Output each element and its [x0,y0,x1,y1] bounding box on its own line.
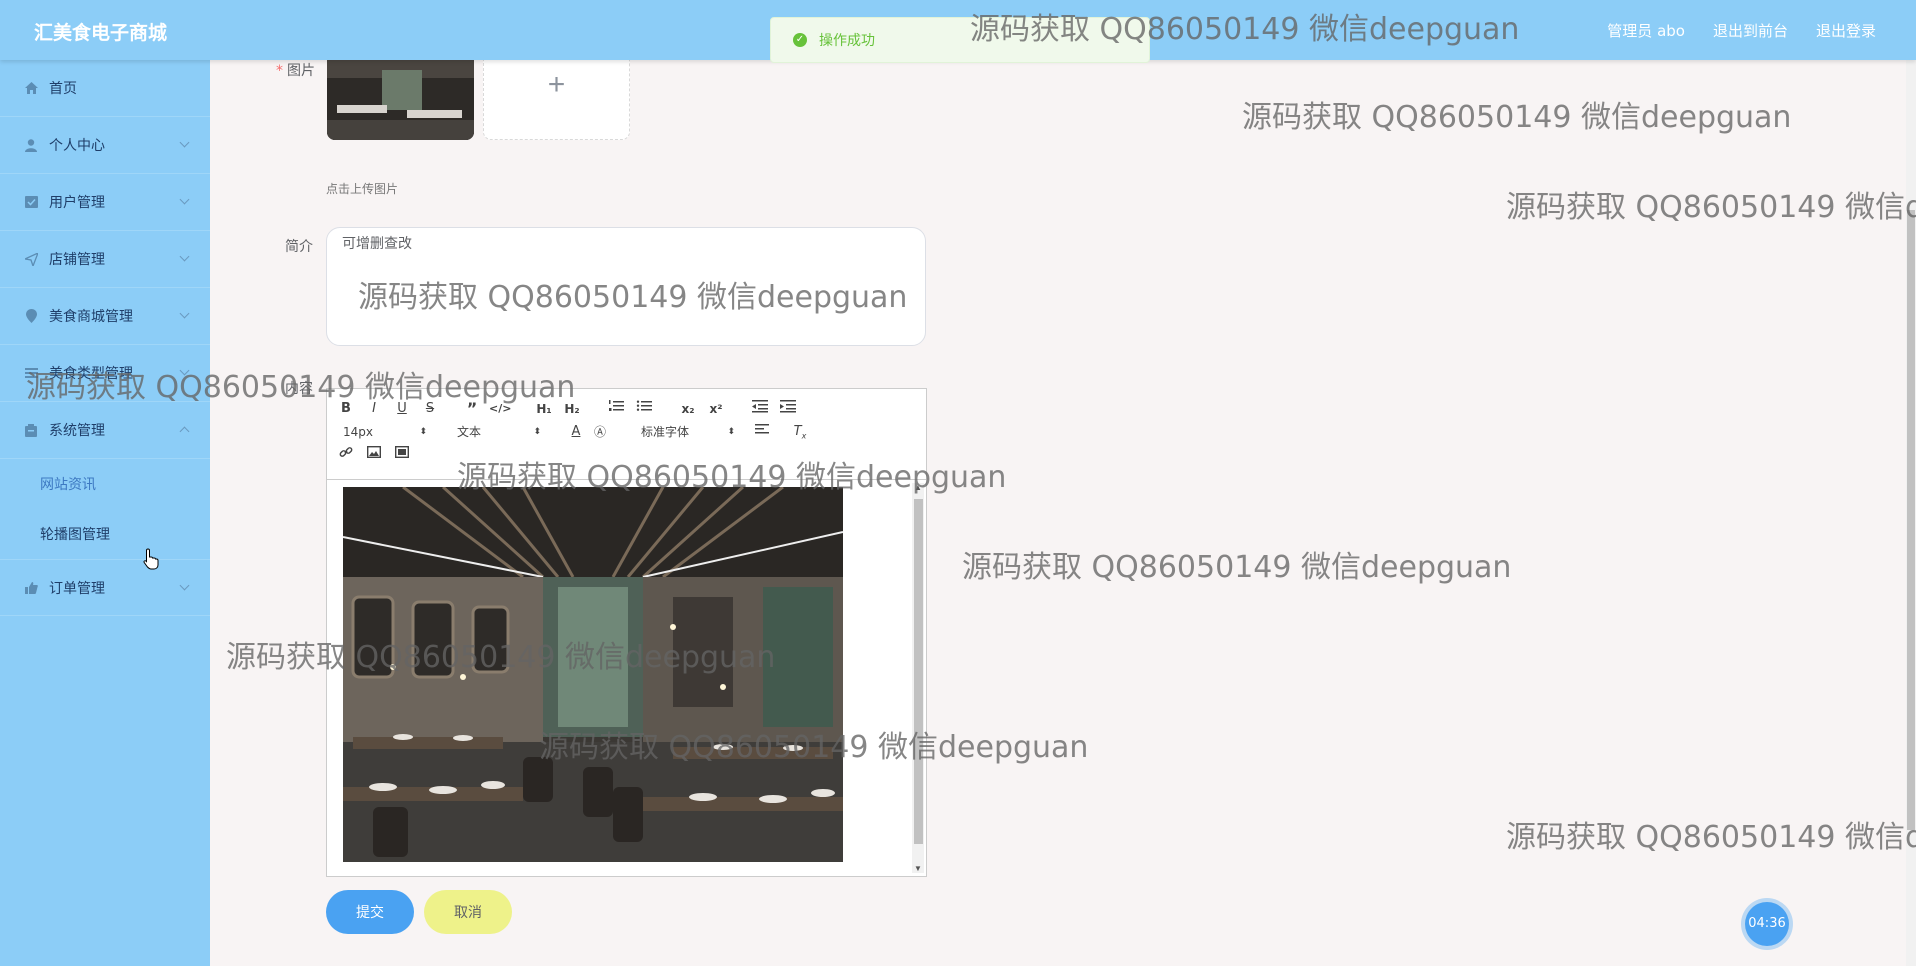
blockquote-icon[interactable]: ” [461,399,483,419]
timer-badge[interactable]: 04:36 [1745,902,1789,946]
sidebar-item-food-types[interactable]: 美食类型管理 [0,345,210,402]
sidebar: 首页 个人中心 用户管理 店铺管理 美食商城管理 美食类型管理 系统管理 网站资… [0,60,210,966]
success-toast: ✓ 操作成功 [770,17,1150,63]
sidebar-item-food-mall[interactable]: 美食商城管理 [0,288,210,345]
image-icon[interactable] [363,445,385,465]
plus-icon: + [547,67,566,101]
ordered-list-icon[interactable] [605,399,627,419]
editor-scrollbar[interactable]: ▲ ▼ [912,483,924,873]
image-field-label: * 图片 [276,63,315,79]
strike-icon[interactable]: S [419,399,441,419]
sidebar-item-shops[interactable]: 店铺管理 [0,231,210,288]
main-content: * 图片 + 点击上传图片 简介 可增删查改 内容 B I U S ” </> H… [210,60,1916,966]
header-links: 管理员 abo 退出到前台 退出登录 [1607,20,1876,41]
lock-icon [24,423,38,437]
toast-message: 操作成功 [819,33,875,49]
sidebar-item-users[interactable]: 用户管理 [0,174,210,231]
sidebar-item-label: 系统管理 [49,423,105,439]
superscript-icon[interactable]: x² [705,399,727,419]
logout-link[interactable]: 退出登录 [1816,20,1876,41]
sidebar-item-personal[interactable]: 个人中心 [0,117,210,174]
editor-content[interactable] [327,479,907,876]
video-icon[interactable] [391,445,413,465]
image-upload-box[interactable]: + [483,60,630,140]
h1-icon[interactable]: H₁ [533,399,555,419]
users-icon [24,195,38,209]
select-arrows-icon: ⬍ [533,427,541,437]
content-field-label: 内容 [285,381,313,397]
sidebar-subitem-carousel[interactable]: 轮播图管理 [0,509,210,559]
sidebar-item-label: 店铺管理 [49,252,105,268]
outdent-icon[interactable] [749,399,771,419]
background-color-icon[interactable]: Ⓐ [589,422,611,442]
align-icon[interactable] [751,422,773,442]
cancel-button[interactable]: 取消 [424,890,512,934]
block-type-select[interactable]: 文本 ⬍ [457,422,541,442]
home-icon [24,81,38,95]
restaurant-photo [343,487,843,862]
submit-button[interactable]: 提交 [326,890,414,934]
sidebar-item-label: 用户管理 [49,195,105,211]
chevron-down-icon [179,580,190,591]
indent-icon[interactable] [777,399,799,419]
link-icon[interactable] [335,445,357,465]
required-mark: * [276,63,283,79]
admin-label: 管理员 abo [1607,22,1685,40]
chevron-down-icon [179,137,190,148]
brand-title: 汇美食电子商城 [34,22,168,44]
check-circle-icon: ✓ [793,33,807,47]
intro-field-label: 简介 [285,239,313,255]
upload-hint: 点击上传图片 [326,182,399,196]
sidebar-item-label: 美食商城管理 [49,309,133,325]
font-family-select[interactable]: 标准字体 ⬍ [641,422,735,442]
chevron-down-icon [179,365,190,376]
sidebar-item-label: 个人中心 [49,138,105,154]
location-icon [24,309,38,323]
user-icon [24,138,38,152]
hand-cursor-icon [143,548,159,570]
h2-icon[interactable]: H₂ [561,399,583,419]
font-size-select[interactable]: 14px ⬍ [343,422,427,442]
text-color-icon[interactable]: A [565,422,587,442]
chevron-up-icon [179,426,190,437]
sidebar-item-label: 美食类型管理 [49,366,133,382]
bold-icon[interactable]: B [335,399,357,419]
chevron-down-icon [179,308,190,319]
subscript-icon[interactable]: x₂ [677,399,699,419]
editor-scroll-thumb[interactable] [914,499,923,844]
page-scrollbar[interactable] [1906,60,1916,966]
select-arrows-icon: ⬍ [419,427,427,437]
rich-text-editor: B I U S ” </> H₁ H₂ x₂ x² 14px ⬍ 文本 ⬍ A … [326,388,927,877]
sidebar-subitem-news[interactable]: 网站资讯 [0,459,210,509]
system-submenu: 网站资讯 轮播图管理 [0,459,210,559]
sidebar-item-label: 订单管理 [49,580,105,597]
list-icon [24,366,38,380]
thumb-icon [24,581,38,595]
select-arrows-icon: ⬍ [727,427,735,437]
italic-icon[interactable]: I [363,399,385,419]
send-icon [24,252,38,266]
chevron-down-icon [179,194,190,205]
editor-toolbar: B I U S ” </> H₁ H₂ x₂ x² 14px ⬍ 文本 ⬍ A … [327,389,926,480]
sidebar-item-label: 首页 [49,81,77,97]
sidebar-item-orders[interactable]: 订单管理 [0,559,210,616]
scroll-down-icon[interactable]: ▼ [914,864,922,873]
chevron-down-icon [179,251,190,262]
underline-icon[interactable]: U [391,399,413,419]
uploaded-image-thumbnail[interactable] [327,60,474,140]
clear-format-icon[interactable]: Tx [789,422,811,442]
back-to-front-link[interactable]: 退出到前台 [1713,20,1788,41]
sidebar-item-system[interactable]: 系统管理 [0,402,210,459]
sidebar-item-home[interactable]: 首页 [0,60,210,117]
intro-textarea[interactable]: 可增删查改 [326,227,926,346]
bullet-list-icon[interactable] [633,399,655,419]
page-scroll-thumb[interactable] [1907,210,1915,830]
code-block-icon[interactable]: </> [489,399,511,419]
scroll-up-icon[interactable]: ▲ [914,483,922,492]
